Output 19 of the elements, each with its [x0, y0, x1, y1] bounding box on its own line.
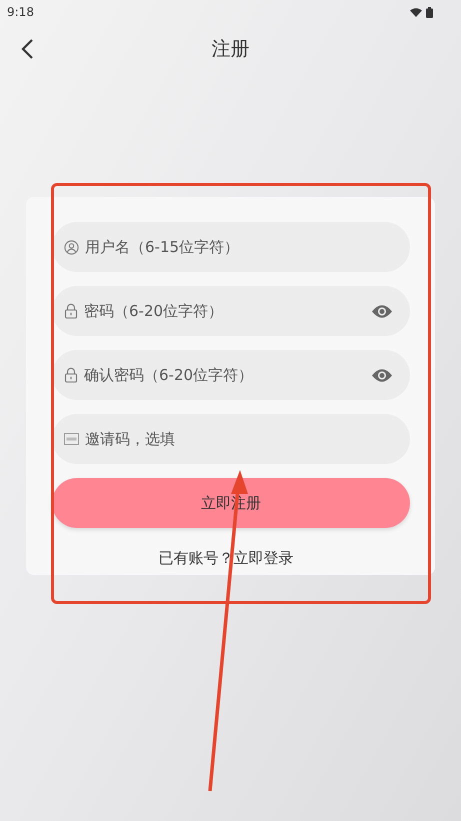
- wifi-icon: [410, 8, 422, 16]
- input-field[interactable]: 邀请码，选填: [85, 428, 393, 450]
- page-title: 注册: [212, 36, 250, 62]
- lock-icon: [64, 303, 78, 319]
- status-time: 9:18: [7, 4, 34, 21]
- text-field[interactable]: 邀请码，选填: [52, 414, 410, 464]
- text-field[interactable]: 密码（6-20位字符）: [52, 286, 410, 336]
- eye-icon[interactable]: [371, 304, 393, 318]
- input-field[interactable]: 用户名（6-15位字符）: [85, 236, 393, 258]
- battery-icon: [426, 6, 433, 18]
- input-field[interactable]: 密码（6-20位字符）: [84, 300, 365, 322]
- text-field[interactable]: 用户名（6-15位字符）: [52, 222, 410, 272]
- lock-icon: [64, 367, 78, 383]
- user-icon: [64, 240, 79, 254]
- eye-icon[interactable]: [371, 368, 393, 382]
- text-field[interactable]: 确认密码（6-20位字符）: [52, 350, 410, 400]
- input-field[interactable]: 确认密码（6-20位字符）: [84, 364, 365, 386]
- login-link[interactable]: 已有账号？立即登录: [158, 547, 294, 570]
- text-box-icon: [64, 433, 79, 445]
